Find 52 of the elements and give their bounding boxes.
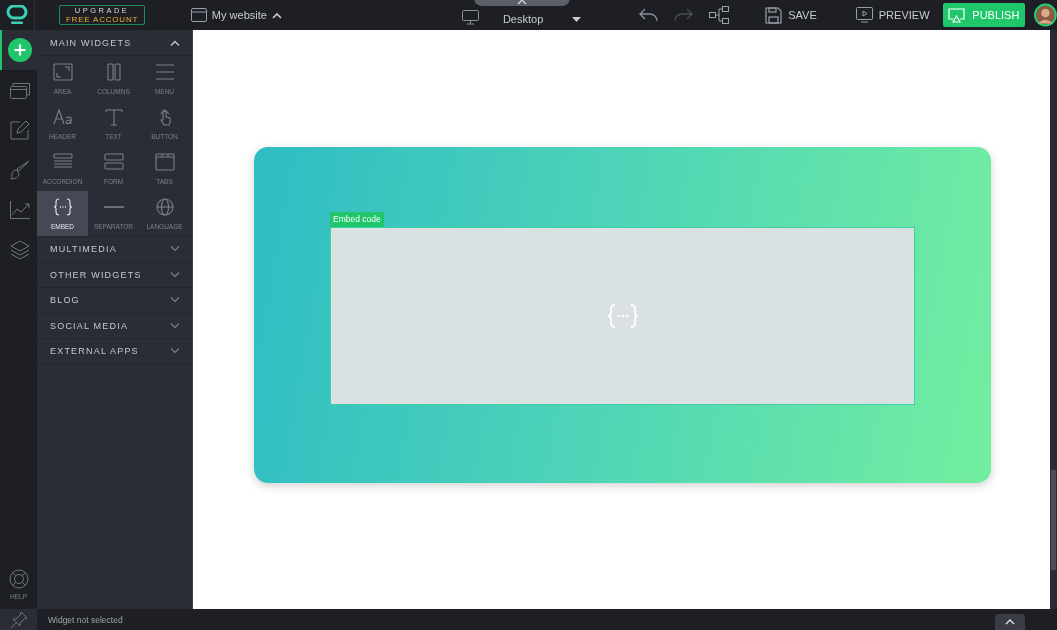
monitor-icon[interactable] (461, 9, 479, 25)
caret-down-icon (572, 16, 582, 22)
browser-window-icon (190, 8, 207, 22)
device-dropdown[interactable]: Desktop (502, 13, 582, 25)
letters-icon (52, 107, 73, 126)
monitor-play-icon (855, 7, 873, 23)
plus-icon (7, 38, 32, 62)
pin-icon[interactable] (9, 610, 28, 629)
caret-down-icon (170, 348, 180, 355)
square-corners-icon (52, 62, 73, 81)
avatar[interactable] (1034, 3, 1057, 27)
caret-down-icon (170, 246, 180, 253)
site-selector[interactable]: My website (190, 8, 282, 22)
text-icon (103, 107, 124, 126)
undo-icon[interactable] (639, 8, 659, 22)
caret-up-icon (1005, 619, 1015, 625)
globe-icon (154, 197, 175, 216)
edit-icon (9, 120, 30, 140)
code-braces-icon (606, 304, 639, 328)
section-header[interactable]: EXTERNAL APPS (37, 339, 192, 365)
bottom-panel-tab[interactable] (995, 614, 1025, 630)
lifebuoy-icon (8, 568, 29, 589)
caret-down-icon (170, 271, 180, 278)
section-header[interactable]: MULTIMEDIA (37, 237, 192, 263)
section-header[interactable]: OTHER WIDGETS (37, 262, 192, 288)
accordion-icon (52, 152, 73, 171)
horizontal-line-icon (103, 205, 124, 208)
embed-label: Embed code (330, 212, 384, 227)
sitemap-icon[interactable] (709, 6, 730, 24)
caret-down-icon (170, 322, 180, 329)
scrollbar[interactable] (1050, 30, 1057, 609)
form-icon (103, 152, 124, 171)
section-header[interactable]: BLOG (37, 288, 192, 314)
line-chart-icon (9, 201, 30, 219)
add-button[interactable] (0, 30, 37, 70)
caret-down-icon (170, 297, 180, 304)
brush-icon (9, 160, 30, 180)
layers-icon (9, 240, 30, 260)
section-header[interactable]: SOCIAL MEDIA (37, 313, 192, 339)
section-header[interactable]: MAIN WIDGETS (37, 30, 192, 56)
screen-upload-icon (948, 7, 966, 23)
preview-button[interactable]: PREVIEW (855, 7, 930, 23)
windows-icon (9, 81, 30, 99)
caret-up-icon (516, 0, 527, 5)
save-button[interactable]: SAVE (765, 6, 817, 24)
logo-icon[interactable] (6, 5, 29, 25)
caret-up-icon (170, 39, 180, 46)
tabs-icon (154, 152, 175, 171)
code-braces-icon (52, 197, 73, 216)
status-text: Widget not selected (48, 614, 123, 625)
menu-icon (154, 62, 175, 81)
caret-up-icon (271, 11, 282, 19)
